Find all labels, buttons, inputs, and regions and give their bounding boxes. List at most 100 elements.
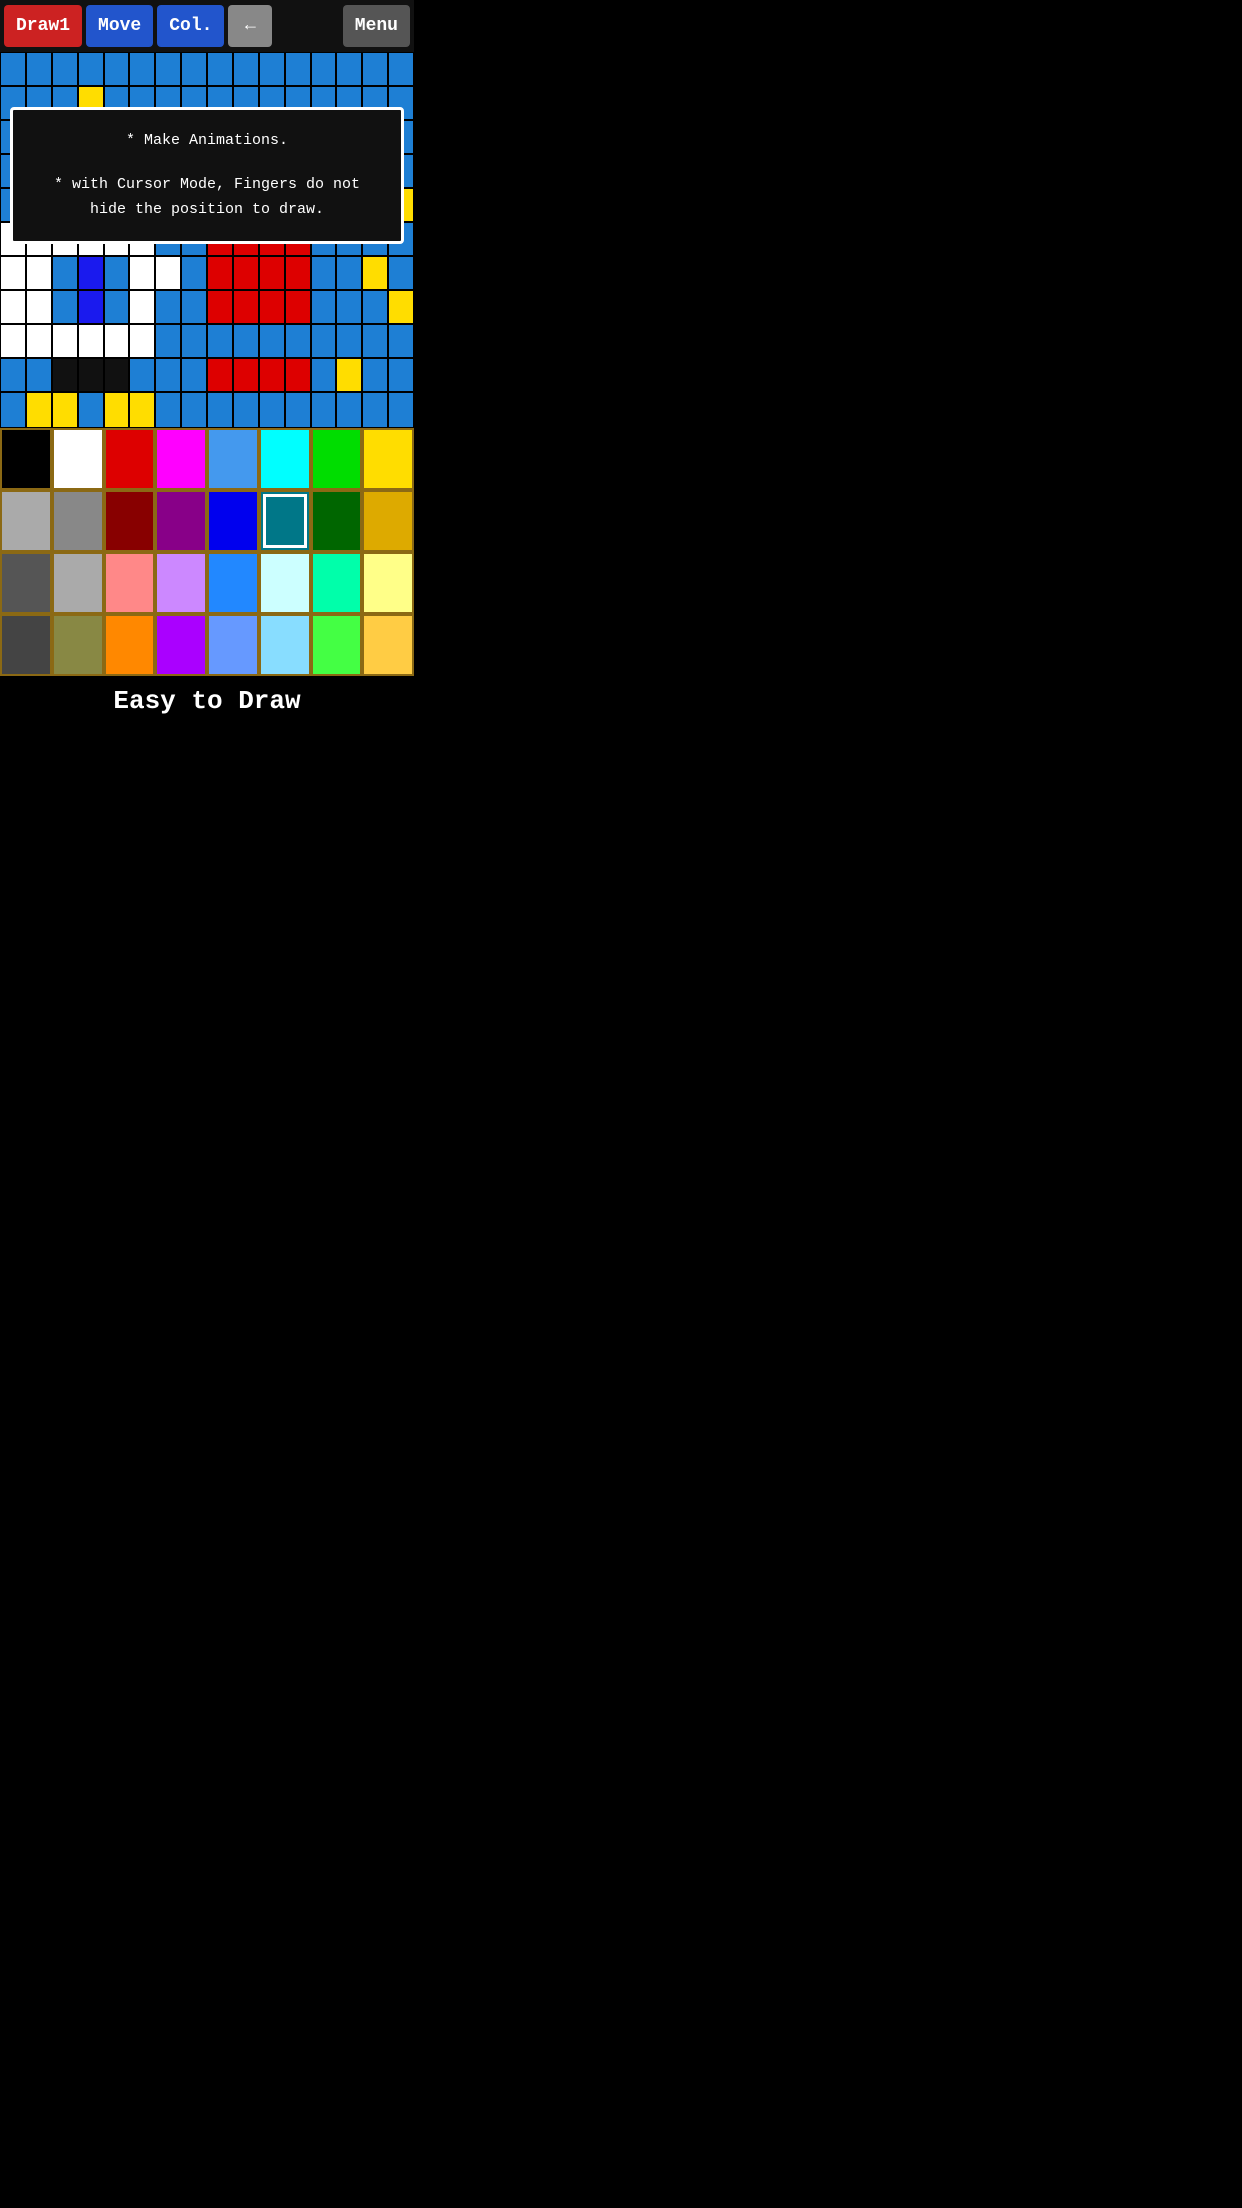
pixel-cell[interactable] <box>285 290 311 324</box>
pixel-cell[interactable] <box>78 358 104 392</box>
pixel-cell[interactable] <box>207 290 233 324</box>
pixel-cell[interactable] <box>311 290 337 324</box>
palette-color[interactable] <box>0 614 52 676</box>
palette-color[interactable] <box>362 428 414 490</box>
pixel-cell[interactable] <box>0 290 26 324</box>
pixel-cell[interactable] <box>259 256 285 290</box>
pixel-cell[interactable] <box>104 358 130 392</box>
move-button[interactable]: Move <box>86 5 153 47</box>
pixel-cell[interactable] <box>78 256 104 290</box>
palette-color[interactable] <box>362 552 414 614</box>
pixel-cell[interactable] <box>207 256 233 290</box>
palette-color[interactable] <box>155 614 207 676</box>
pixel-cell[interactable] <box>233 324 259 358</box>
pixel-cell[interactable] <box>26 324 52 358</box>
col-button[interactable]: Col. <box>157 5 224 47</box>
pixel-cell[interactable] <box>311 52 337 86</box>
color-palette[interactable] <box>0 428 414 676</box>
palette-color[interactable] <box>0 552 52 614</box>
pixel-cell[interactable] <box>362 358 388 392</box>
pixel-cell[interactable] <box>155 52 181 86</box>
pixel-cell[interactable] <box>336 290 362 324</box>
pixel-cell[interactable] <box>259 52 285 86</box>
palette-color[interactable] <box>311 490 363 552</box>
pixel-cell[interactable] <box>207 358 233 392</box>
pixel-cell[interactable] <box>336 324 362 358</box>
pixel-cell[interactable] <box>78 52 104 86</box>
palette-color[interactable] <box>311 552 363 614</box>
pixel-cell[interactable] <box>388 358 414 392</box>
palette-color[interactable] <box>155 490 207 552</box>
pixel-cell[interactable] <box>26 358 52 392</box>
pixel-cell[interactable] <box>181 324 207 358</box>
pixel-cell[interactable] <box>181 256 207 290</box>
palette-color[interactable] <box>311 428 363 490</box>
pixel-cell[interactable] <box>78 324 104 358</box>
pixel-cell[interactable] <box>155 324 181 358</box>
pixel-cell[interactable] <box>362 256 388 290</box>
pixel-cell[interactable] <box>26 290 52 324</box>
pixel-cell[interactable] <box>52 324 78 358</box>
pixel-cell[interactable] <box>155 256 181 290</box>
pixel-cell[interactable] <box>52 358 78 392</box>
palette-color[interactable] <box>362 614 414 676</box>
pixel-cell[interactable] <box>52 290 78 324</box>
pixel-cell[interactable] <box>336 256 362 290</box>
pixel-cell[interactable] <box>155 358 181 392</box>
pixel-cell[interactable] <box>129 324 155 358</box>
palette-color[interactable] <box>0 428 52 490</box>
pixel-cell[interactable] <box>207 324 233 358</box>
pixel-cell[interactable] <box>181 358 207 392</box>
palette-color[interactable] <box>52 552 104 614</box>
pixel-cell[interactable] <box>104 324 130 358</box>
palette-color[interactable] <box>104 614 156 676</box>
pixel-cell[interactable] <box>285 256 311 290</box>
palette-color[interactable] <box>0 490 52 552</box>
pixel-cell[interactable] <box>362 290 388 324</box>
pixel-cell[interactable] <box>26 256 52 290</box>
palette-color[interactable] <box>259 490 311 552</box>
palette-color[interactable] <box>259 552 311 614</box>
pixel-cell[interactable] <box>0 52 26 86</box>
pixel-cell[interactable] <box>181 290 207 324</box>
pixel-cell[interactable] <box>52 52 78 86</box>
pixel-cell[interactable] <box>388 290 414 324</box>
pixel-cell[interactable] <box>129 358 155 392</box>
pixel-cell[interactable] <box>311 256 337 290</box>
pixel-cell[interactable] <box>285 324 311 358</box>
pixel-cell[interactable] <box>233 290 259 324</box>
pixel-cell[interactable] <box>388 324 414 358</box>
pixel-cell[interactable] <box>129 52 155 86</box>
pixel-cell[interactable] <box>129 256 155 290</box>
back-button[interactable]: ← <box>228 5 272 47</box>
palette-color[interactable] <box>207 490 259 552</box>
pixel-cell[interactable] <box>233 52 259 86</box>
palette-color[interactable] <box>155 552 207 614</box>
pixel-cell[interactable] <box>26 52 52 86</box>
palette-color[interactable] <box>362 490 414 552</box>
pixel-cell[interactable] <box>104 256 130 290</box>
palette-color[interactable] <box>207 428 259 490</box>
pixel-cell[interactable] <box>207 52 233 86</box>
pixel-cell[interactable] <box>181 52 207 86</box>
pixel-cell[interactable] <box>104 52 130 86</box>
pixel-cell[interactable] <box>362 52 388 86</box>
pixel-cell[interactable] <box>259 324 285 358</box>
pixel-cell[interactable] <box>336 358 362 392</box>
pixel-cell[interactable] <box>336 52 362 86</box>
pixel-cell[interactable] <box>388 256 414 290</box>
palette-color[interactable] <box>259 614 311 676</box>
pixel-cell[interactable] <box>129 290 155 324</box>
menu-button[interactable]: Menu <box>343 5 410 47</box>
palette-color[interactable] <box>52 428 104 490</box>
palette-color[interactable] <box>104 428 156 490</box>
canvas-area[interactable]: * Make Animations. * with Cursor Mode, F… <box>0 52 414 392</box>
palette-color[interactable] <box>155 428 207 490</box>
pixel-cell[interactable] <box>155 290 181 324</box>
pixel-cell[interactable] <box>259 290 285 324</box>
pixel-cell[interactable] <box>259 358 285 392</box>
pixel-cell[interactable] <box>104 290 130 324</box>
pixel-cell[interactable] <box>233 358 259 392</box>
pixel-cell[interactable] <box>311 358 337 392</box>
palette-color[interactable] <box>104 552 156 614</box>
